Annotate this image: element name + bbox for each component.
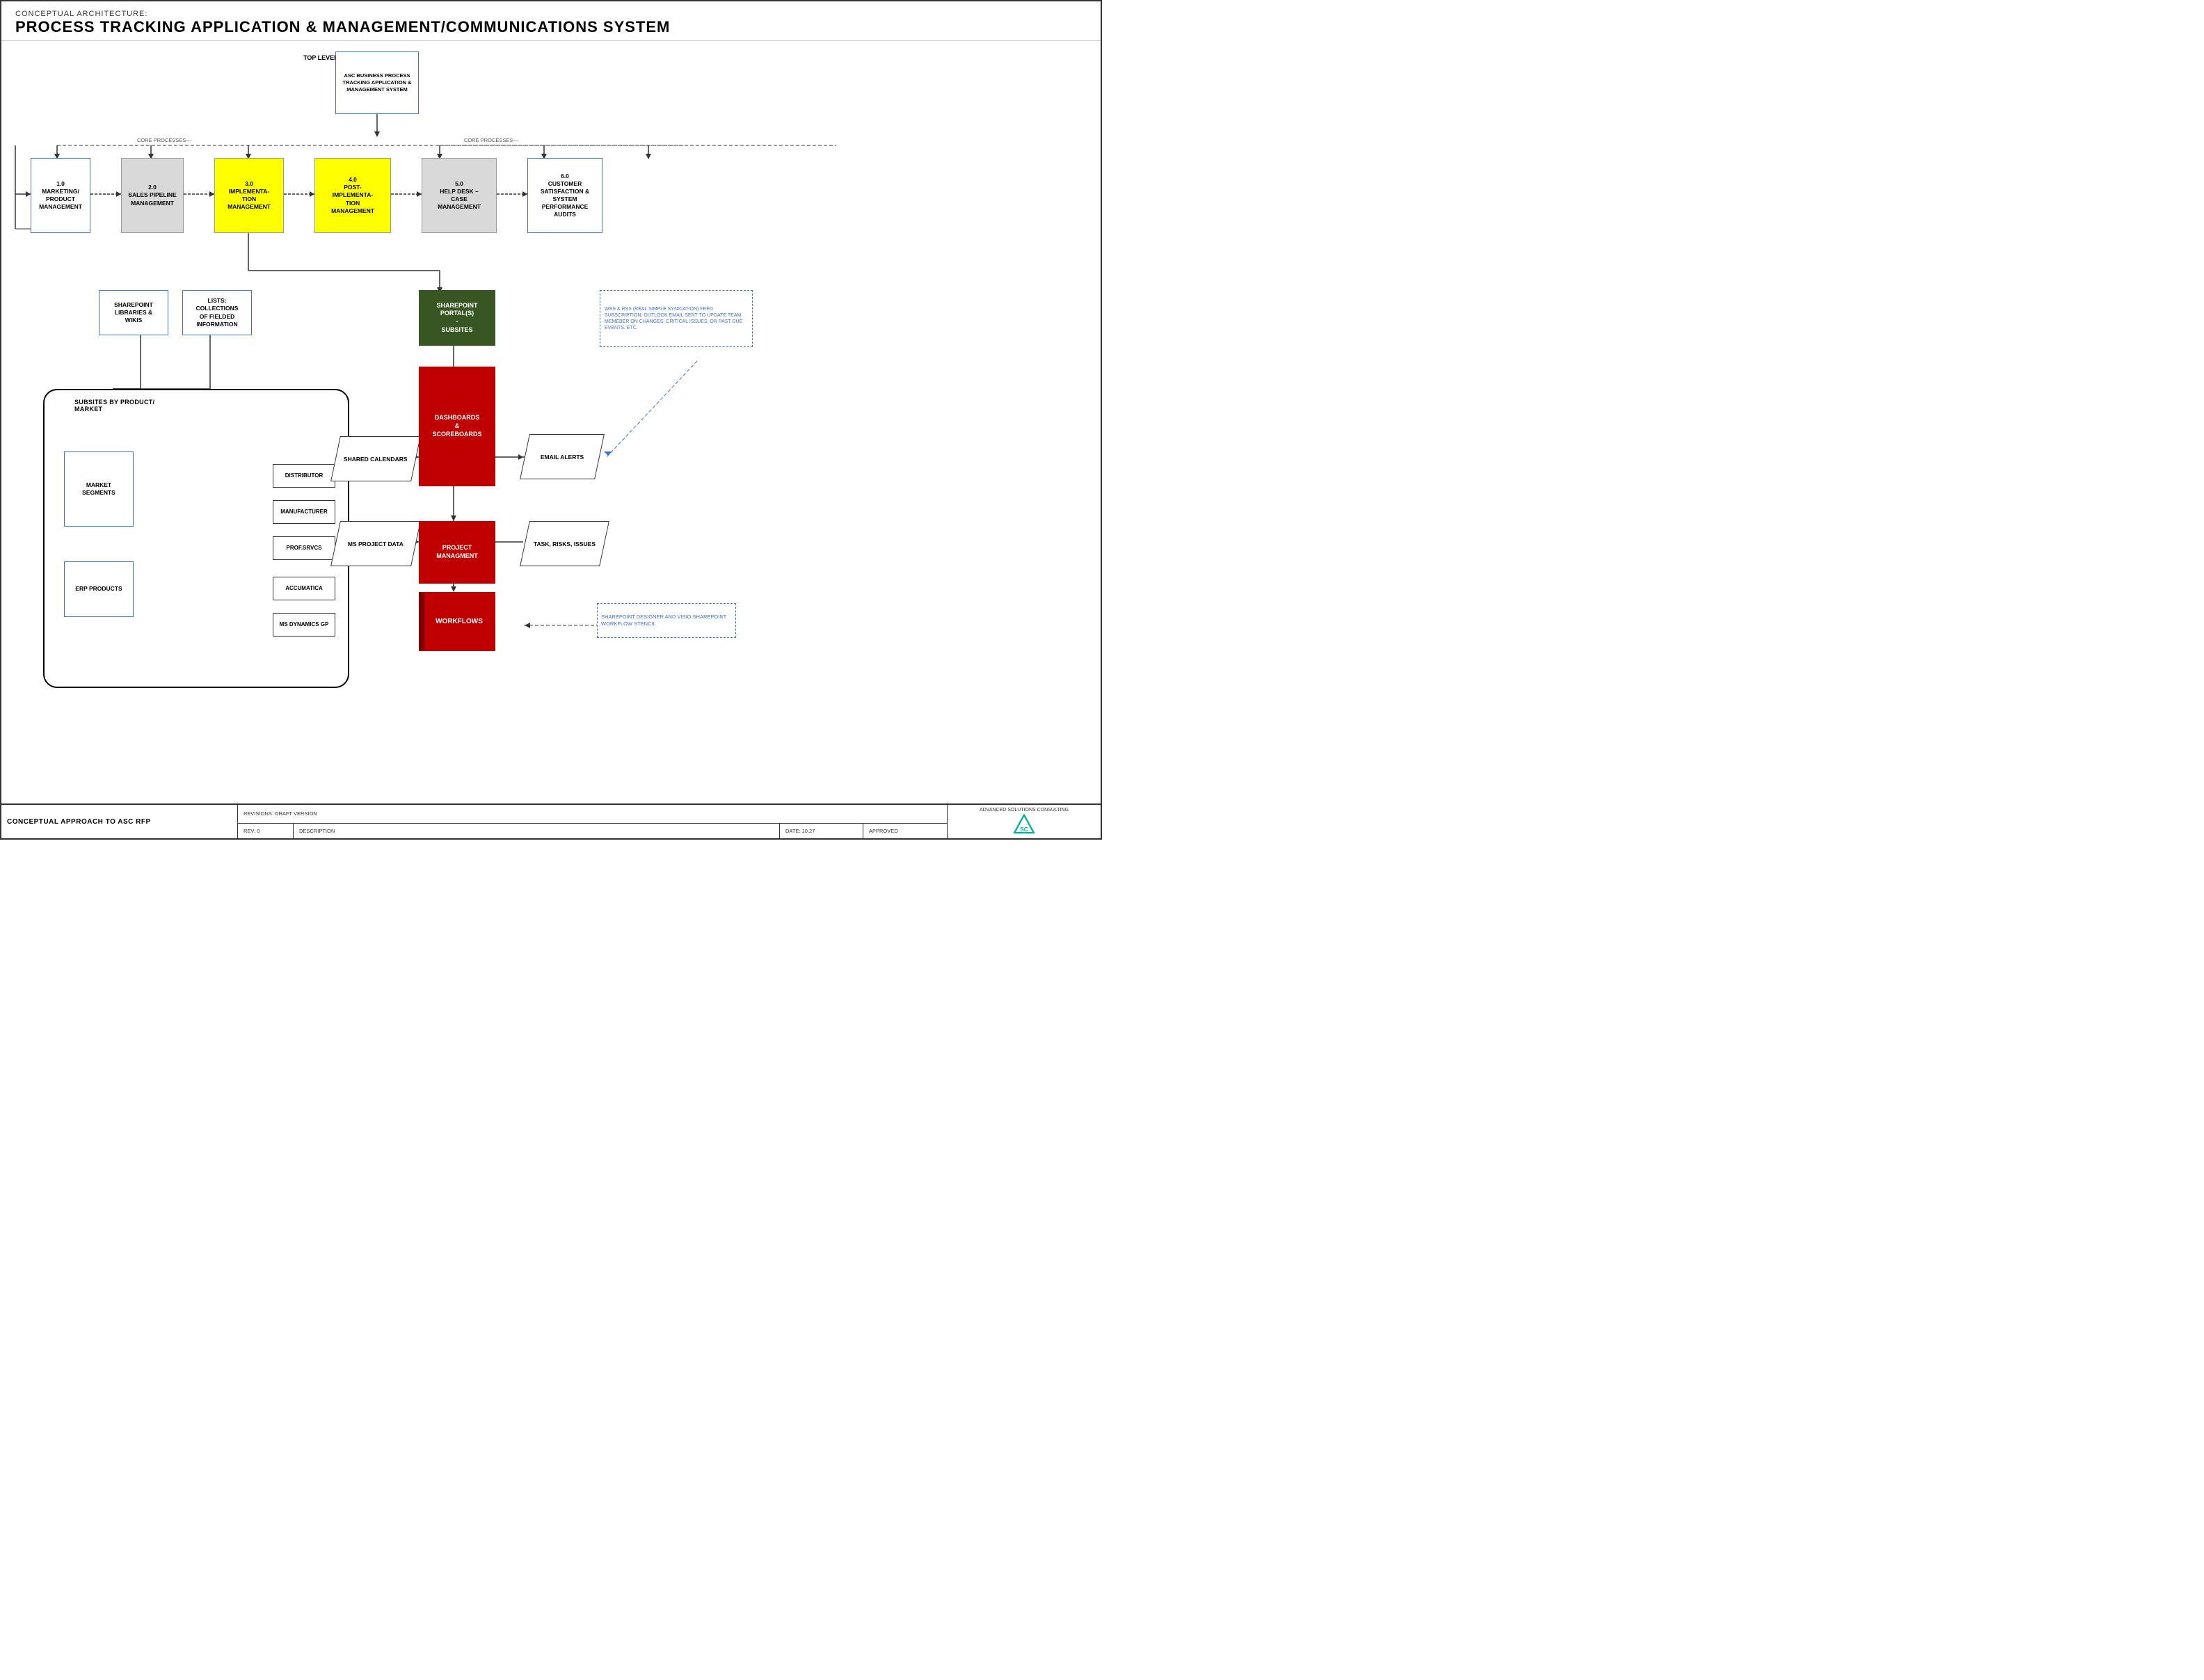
core-processes-label-right: CORE PROCESSES— <box>464 137 518 143</box>
page-header: CONCEPTUAL ARCHITECTURE: PROCESS TRACKIN… <box>1 1 1101 41</box>
shared-calendars-box: SHARED CALENDARS <box>330 436 421 481</box>
manufacturer-box: MANUFACTURER <box>273 500 335 524</box>
process-box-3[interactable]: 3.0 IMPLEMENTA- TION MANAGEMENT <box>214 158 284 233</box>
company-label: ADVANCED SOLUTIONS CONSULTING <box>980 808 1069 813</box>
process-box-2[interactable]: 2.0 SALES PIPELINE MANAGEMENT <box>121 158 184 233</box>
footer-approved: APPROVED <box>863 824 947 839</box>
ms-project-data-box: MS PROJECT DATA <box>330 521 421 566</box>
email-alerts-box: EMAIL ALERTS <box>520 434 605 479</box>
process-box-4[interactable]: 4.0 POST- IMPLEMENTA- TION MANAGEMENT <box>314 158 391 233</box>
revisions-label: REVISIONS: DRAFT VERSION <box>243 810 317 817</box>
footer-center: REVISIONS: DRAFT VERSION REV: 0 DESCRIPT… <box>238 805 948 838</box>
task-risks-box: TASK, RISKS, ISSUES <box>520 521 609 566</box>
page-footer: CONCEPTUAL APPROACH TO ASC RFP REVISIONS… <box>1 803 1101 838</box>
accumatica-box: ACCUMATICA <box>273 577 335 600</box>
sharepoint-libraries-box: SHAREPOINT LIBRARIES & WIKIS <box>99 290 168 335</box>
erp-products-box: ERP PRODUCTS <box>64 561 134 617</box>
process-box-5[interactable]: 5.0 HELP DESK – CASE MANAGEMENT <box>422 158 497 233</box>
lists-collections-box: LISTS: COLLECTIONS OF FIELDED INFORMATIO… <box>182 290 252 335</box>
top-process-box: ASC BUSINESS PROCESS TRACKING APPLICATIO… <box>335 51 419 114</box>
wss-rss-box: WSS & RSS (REAL SIMPLE SYNICATION) FEED … <box>600 290 753 347</box>
footer-revisions: REVISIONS: DRAFT VERSION <box>238 805 947 824</box>
sp-designer-box: SHAREPOINT DESIGNER AND VISIO SHAREPOINT… <box>597 603 736 638</box>
process-box-6[interactable]: 6.0 CUSTOMER SATISFACTION & SYSTEM PERFO… <box>527 158 602 233</box>
dashboards-box: DASHBOARDS & SCOREBOARDS <box>419 367 495 486</box>
footer-date: DATE: 10,27 <box>780 824 863 839</box>
svg-text:SC: SC <box>1020 826 1028 833</box>
sc-logo: SC <box>1013 814 1035 835</box>
ms-dynamics-box: MS DYNAMICS GP <box>273 613 335 637</box>
footer-left-label: CONCEPTUAL APPROACH TO ASC RFP <box>7 818 151 826</box>
page: CONCEPTUAL ARCHITECTURE: PROCESS TRACKIN… <box>0 0 1102 840</box>
project-management-box: PROJECT MANAGMENT <box>419 521 495 584</box>
footer-left: CONCEPTUAL APPROACH TO ASC RFP <box>1 805 238 838</box>
subsites-label: SUBSITES BY PRODUCT/ MARKET <box>74 399 154 413</box>
sharepoint-portal-box: SHAREPOINT PORTAL(S) - SUBSITES <box>419 290 495 346</box>
footer-right: ADVANCED SOLUTIONS CONSULTING SC <box>948 805 1101 838</box>
process-box-1[interactable]: 1.0 MARKETING/ PRODUCT MANAGEMENT <box>31 158 90 233</box>
workflows-box: WORKFLOWS <box>419 592 495 651</box>
footer-bottom-row: REV: 0 DESCRIPTION DATE: 10,27 APPROVED <box>238 824 947 839</box>
header-subtitle: CONCEPTUAL ARCHITECTURE: <box>15 10 1087 18</box>
core-processes-label-left: CORE PROCESSES— <box>137 137 191 143</box>
prof-srvcs-box: PROF.SRVCS <box>273 536 335 560</box>
footer-rev: REV: 0 <box>238 824 294 839</box>
main-content: TOP LEVEL SITE ASC BUSINESS PROCESS TRAC… <box>1 41 1101 820</box>
distributor-box: DISTRIBUTOR <box>273 464 335 488</box>
footer-description: DESCRIPTION <box>294 824 780 839</box>
market-segments-box: MARKET SEGMENTS <box>64 451 134 527</box>
header-title: PROCESS TRACKING APPLICATION & MANAGEMEN… <box>15 18 1087 36</box>
